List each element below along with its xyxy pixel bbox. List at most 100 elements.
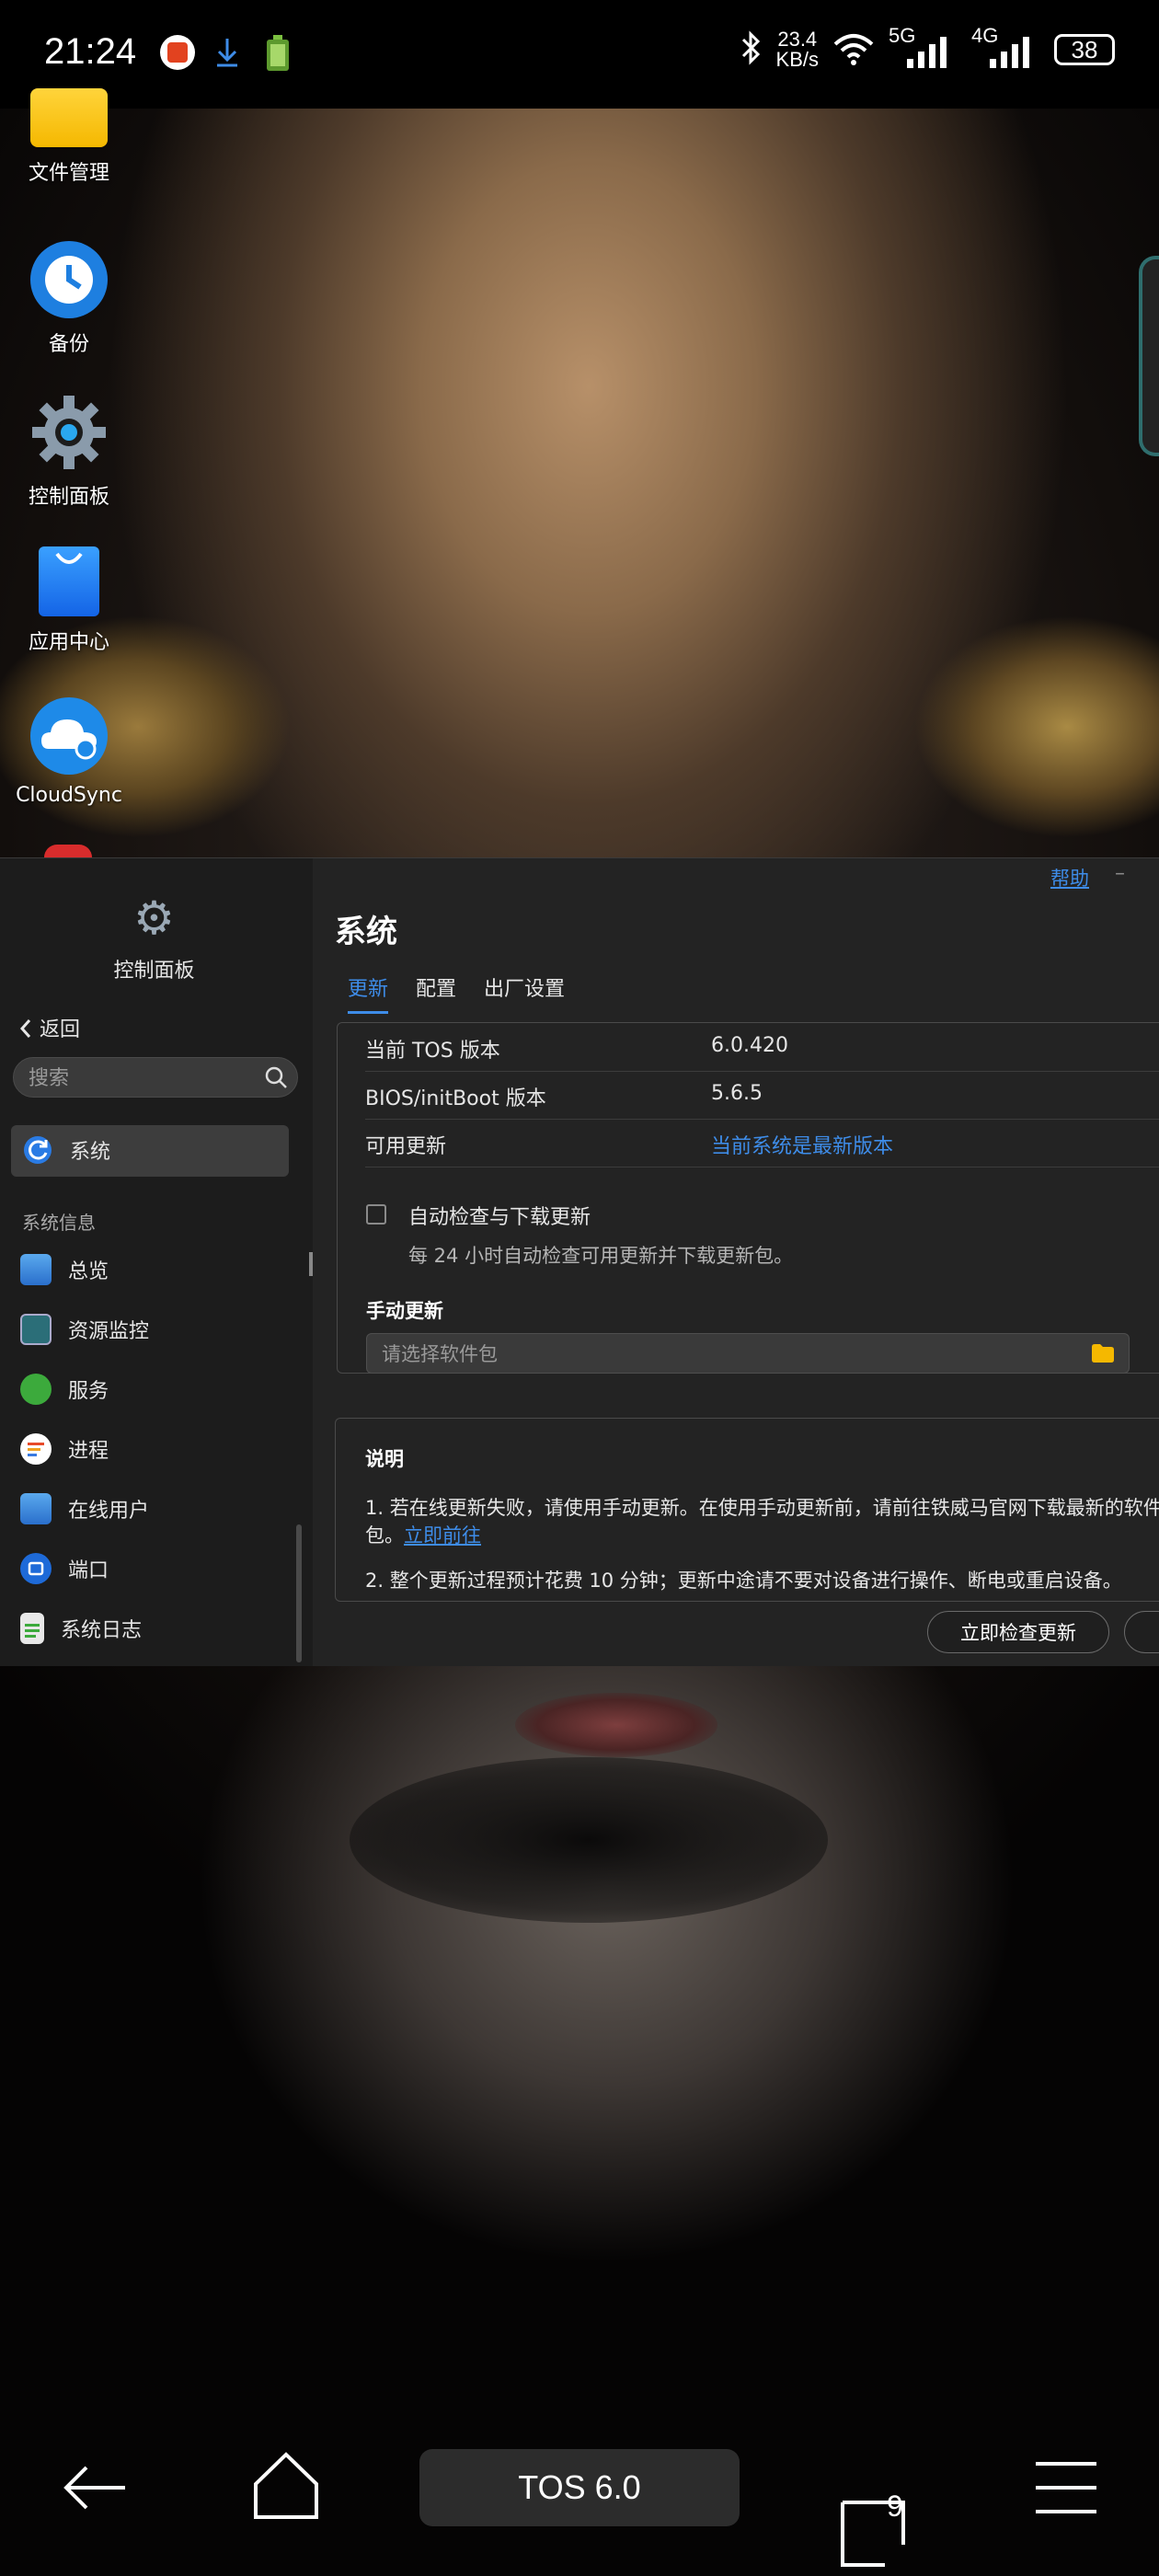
net-speed-unit: KB/s <box>775 48 819 71</box>
tos-center-button[interactable]: TOS 6.0 <box>419 2449 740 2526</box>
tab-bar: 更新 配置 出厂设置 <box>348 972 565 1014</box>
sidebar-item-system-log[interactable]: 系统日志 <box>20 1613 142 1644</box>
check-update-button[interactable]: 立即检查更新 <box>927 1611 1109 1653</box>
update-status-link[interactable]: 当前系统是最新版本 <box>711 1130 893 1159</box>
battery-app-icon <box>265 35 291 72</box>
sidebar-item-label: 端口 <box>68 1559 109 1582</box>
row-key: 可用更新 <box>365 1135 447 1158</box>
signal-4g: 4G <box>971 24 1041 72</box>
note-1: 1. 若在线更新失败，请使用手动更新。在使用手动更新前，请前往铁威马官网下载最新… <box>365 1494 1159 1549</box>
desktop-cloudsync[interactable]: CloudSync <box>11 697 127 807</box>
info-row-available-update: 可用更新 当前系统是最新版本 <box>365 1119 1159 1167</box>
wallpaper-mouth <box>515 1693 717 1757</box>
folder-icon[interactable] <box>1092 1344 1114 1363</box>
menu-icon[interactable] <box>1034 2460 1098 2515</box>
sidebar-item-system-inner: 系统 <box>22 1134 110 1166</box>
auto-check-description: 每 24 小时自动检查可用更新并下载更新包。 <box>408 1245 794 1267</box>
info-row-tos-version: 当前 TOS 版本 6.0.420 <box>365 1023 1159 1072</box>
desktop-backup[interactable]: 备份 <box>11 241 127 357</box>
package-file-input[interactable] <box>380 1334 1027 1374</box>
wallpaper-shadow <box>350 1757 828 1923</box>
search-box <box>13 1057 298 1098</box>
sidebar-scrollbar[interactable] <box>296 1524 302 1662</box>
system-update-icon <box>24 1136 52 1164</box>
desktop-icon-label: 控制面板 <box>28 486 109 509</box>
sidebar-section-label: 系统信息 <box>22 1212 96 1234</box>
cloud-icon <box>30 697 108 775</box>
home-icon[interactable] <box>252 2451 320 2521</box>
main-panel: 帮助 – 系统 更新 配置 出厂设置 当前 TOS 版本 6.0.420 BIO… <box>313 858 1159 1666</box>
chevron-left-icon <box>18 1018 40 1041</box>
page-title: 系统 <box>335 914 397 950</box>
online-users-icon <box>20 1493 52 1524</box>
sidebar-item-label: 服务 <box>68 1380 109 1403</box>
office-app-icon <box>160 35 195 70</box>
search-icon[interactable] <box>264 1065 288 1089</box>
desktop-control-panel[interactable]: 控制面板 <box>11 394 127 510</box>
auto-check-checkbox[interactable] <box>366 1204 386 1225</box>
help-link[interactable]: 帮助 <box>1050 864 1089 891</box>
backup-clock-icon <box>30 241 108 318</box>
note-2: 2. 整个更新过程预计花费 10 分钟；更新中途请不要对设备进行操作、断电或重启… <box>365 1570 1122 1592</box>
sidebar-item-label: 系统 <box>70 1141 111 1164</box>
secondary-button[interactable] <box>1124 1611 1159 1653</box>
sidebar-logo: ⚙ 控制面板 <box>0 895 308 983</box>
wifi-icon <box>832 29 876 70</box>
sidebar-item-label: 进程 <box>68 1440 109 1463</box>
gear-icon <box>30 394 108 471</box>
tab-config[interactable]: 配置 <box>416 972 456 1014</box>
status-bar: 21:24 23.4 KB/s 5G 4G 38 <box>0 0 1159 109</box>
info-row-bios-version: BIOS/initBoot 版本 5.6.5 <box>365 1071 1159 1120</box>
service-check-icon <box>20 1374 52 1405</box>
sidebar: ⚙ 控制面板 返回 系统 系统信息 总览 资源监控 <box>0 858 313 1666</box>
sidebar-item-label: 系统日志 <box>61 1619 143 1642</box>
desktop-icon-label: 备份 <box>48 333 89 356</box>
update-card: 当前 TOS 版本 6.0.420 BIOS/initBoot 版本 5.6.5… <box>337 1022 1159 1374</box>
gear-icon: ⚙ <box>133 891 175 945</box>
back-arrow-icon[interactable] <box>59 2462 129 2513</box>
sidebar-item-overview[interactable]: 总览 <box>20 1254 109 1285</box>
status-time: 21:24 <box>44 31 137 72</box>
sidebar-item-label: 资源监控 <box>68 1320 150 1343</box>
signal-5g: 5G <box>889 24 958 72</box>
notes-card: 说明 1. 若在线更新失败，请使用手动更新。在使用手动更新前，请前往铁威马官网下… <box>335 1418 1159 1602</box>
minimize-button[interactable]: – <box>1115 862 1125 885</box>
sidebar-app-title: 控制面板 <box>113 960 195 983</box>
log-file-icon <box>20 1613 44 1644</box>
sidebar-item-online-users[interactable]: 在线用户 <box>20 1493 149 1524</box>
process-list-icon <box>20 1433 52 1465</box>
manual-update-title: 手动更新 <box>366 1300 443 1322</box>
search-input[interactable] <box>27 1058 260 1098</box>
go-now-link[interactable]: 立即前往 <box>404 1524 481 1547</box>
desktop-icon-label: CloudSync <box>16 784 122 807</box>
sidebar-item-services[interactable]: 服务 <box>20 1374 109 1405</box>
sidebar-item-label: 在线用户 <box>68 1500 150 1523</box>
navigation-bar: TOS 6.0 9 <box>0 2401 1159 2576</box>
row-value: 5.6.5 <box>711 1082 763 1105</box>
notes-title: 说明 <box>365 1448 404 1470</box>
sidebar-item-ports[interactable]: 端口 <box>20 1553 109 1584</box>
auto-check-label[interactable]: 自动检查与下载更新 <box>408 1201 591 1230</box>
status-right: 23.4 KB/s 5G 4G 38 <box>738 24 1115 72</box>
sidebar-item-resource-monitor[interactable]: 资源监控 <box>20 1314 149 1345</box>
desktop-icon-label: 应用中心 <box>28 631 109 654</box>
bluetooth-icon <box>738 29 763 70</box>
tab-update[interactable]: 更新 <box>348 972 389 1014</box>
back-label: 返回 <box>40 1018 81 1041</box>
package-select-box <box>366 1333 1130 1374</box>
note-1-text: 1. 若在线更新失败，请使用手动更新。在使用手动更新前，请前往铁威马官网下载最新… <box>365 1497 1159 1547</box>
desktop-icon-label: 文件管理 <box>28 162 109 185</box>
desktop-file-manager[interactable]: 文件管理 <box>11 88 127 186</box>
resource-chart-icon <box>20 1314 52 1345</box>
sidebar-item-system[interactable]: 系统 <box>11 1125 289 1177</box>
desktop-app-center[interactable]: 应用中心 <box>11 546 127 655</box>
back-button[interactable]: 返回 <box>18 1013 80 1042</box>
tab-factory-reset[interactable]: 出厂设置 <box>484 972 565 1014</box>
row-key: 当前 TOS 版本 <box>365 1040 500 1063</box>
control-panel-window: ⚙ 控制面板 返回 系统 系统信息 总览 资源监控 <box>0 857 1159 1666</box>
row-value: 6.0.420 <box>711 1034 788 1057</box>
sidebar-item-processes[interactable]: 进程 <box>20 1433 109 1465</box>
edge-panel-handle[interactable] <box>1139 256 1159 456</box>
net-speed-value: 23.4 <box>777 28 818 51</box>
desktop-partial-icon <box>44 845 92 857</box>
